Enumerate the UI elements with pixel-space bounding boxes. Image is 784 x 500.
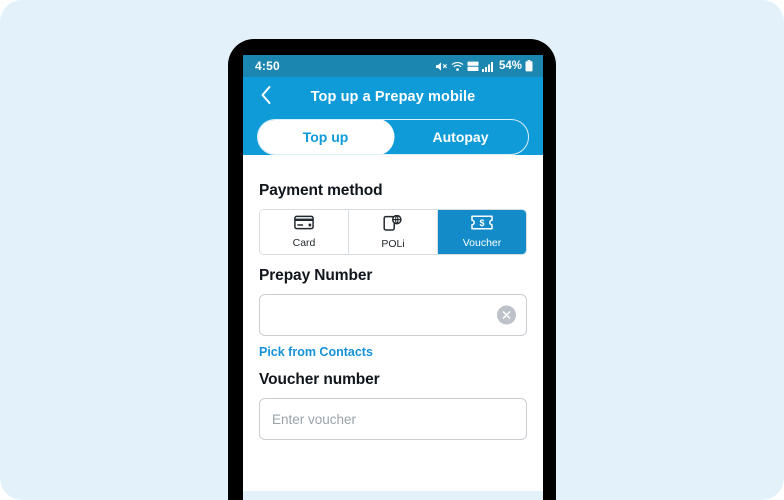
pick-from-contacts-link[interactable]: Pick from Contacts [259,345,373,359]
signal-bars-icon [481,61,494,72]
header-bar: Top up a Prepay mobile [243,77,543,117]
form-content: Payment method Card POLi $ Voucher Prepa… [243,168,543,440]
payment-option-card-label: Card [292,237,316,249]
payment-option-card[interactable]: Card [260,210,349,254]
prepay-number-input[interactable] [259,294,527,336]
back-button[interactable] [251,77,281,117]
voucher-number-label: Voucher number [259,371,380,388]
tab-autopay[interactable]: Autopay [393,120,528,154]
payment-method-group: Card POLi $ Voucher [259,209,527,255]
app-header: Top up a Prepay mobile Top up Autopay [243,77,543,155]
credit-card-icon [294,215,314,235]
payment-method-label: Payment method [259,182,383,199]
mute-icon [435,61,448,72]
wifi-icon [451,61,464,72]
prepay-number-field-wrap [259,294,527,336]
phone-screen: 4:50 54% Top up a Prepay mobile Top up A… [243,55,543,500]
payment-option-voucher[interactable]: $ Voucher [438,210,526,254]
bottom-section-band [243,491,543,500]
volte-icon [467,61,479,72]
page-background: 4:50 54% Top up a Prepay mobile Top up A… [0,0,784,500]
page-title: Top up a Prepay mobile [310,89,476,105]
tab-top-up-label: Top up [302,129,349,145]
phone-device-frame: 4:50 54% Top up a Prepay mobile Top up A… [228,39,556,500]
segmented-control: Top up Autopay [257,119,529,155]
voucher-number-field-wrap [259,398,527,440]
payment-option-poli[interactable]: POLi [349,210,438,254]
voucher-number-input[interactable] [259,398,527,440]
battery-percent-label: 54% [498,60,522,72]
battery-icon [525,60,533,72]
prepay-number-label: Prepay Number [259,267,373,284]
status-bar: 4:50 54% [243,55,543,77]
payment-option-voucher-label: Voucher [462,237,502,249]
tab-autopay-label: Autopay [432,129,489,145]
chevron-left-icon [260,85,272,110]
phone-globe-icon [383,214,403,236]
status-bar-time: 4:50 [255,59,280,73]
status-bar-icons: 54% [435,60,533,72]
svg-text:$: $ [479,218,484,228]
payment-option-poli-label: POLi [381,237,405,250]
clear-circle-icon[interactable] [497,305,516,325]
tab-top-up[interactable]: Top up [258,120,393,154]
voucher-ticket-icon: $ [471,215,493,235]
